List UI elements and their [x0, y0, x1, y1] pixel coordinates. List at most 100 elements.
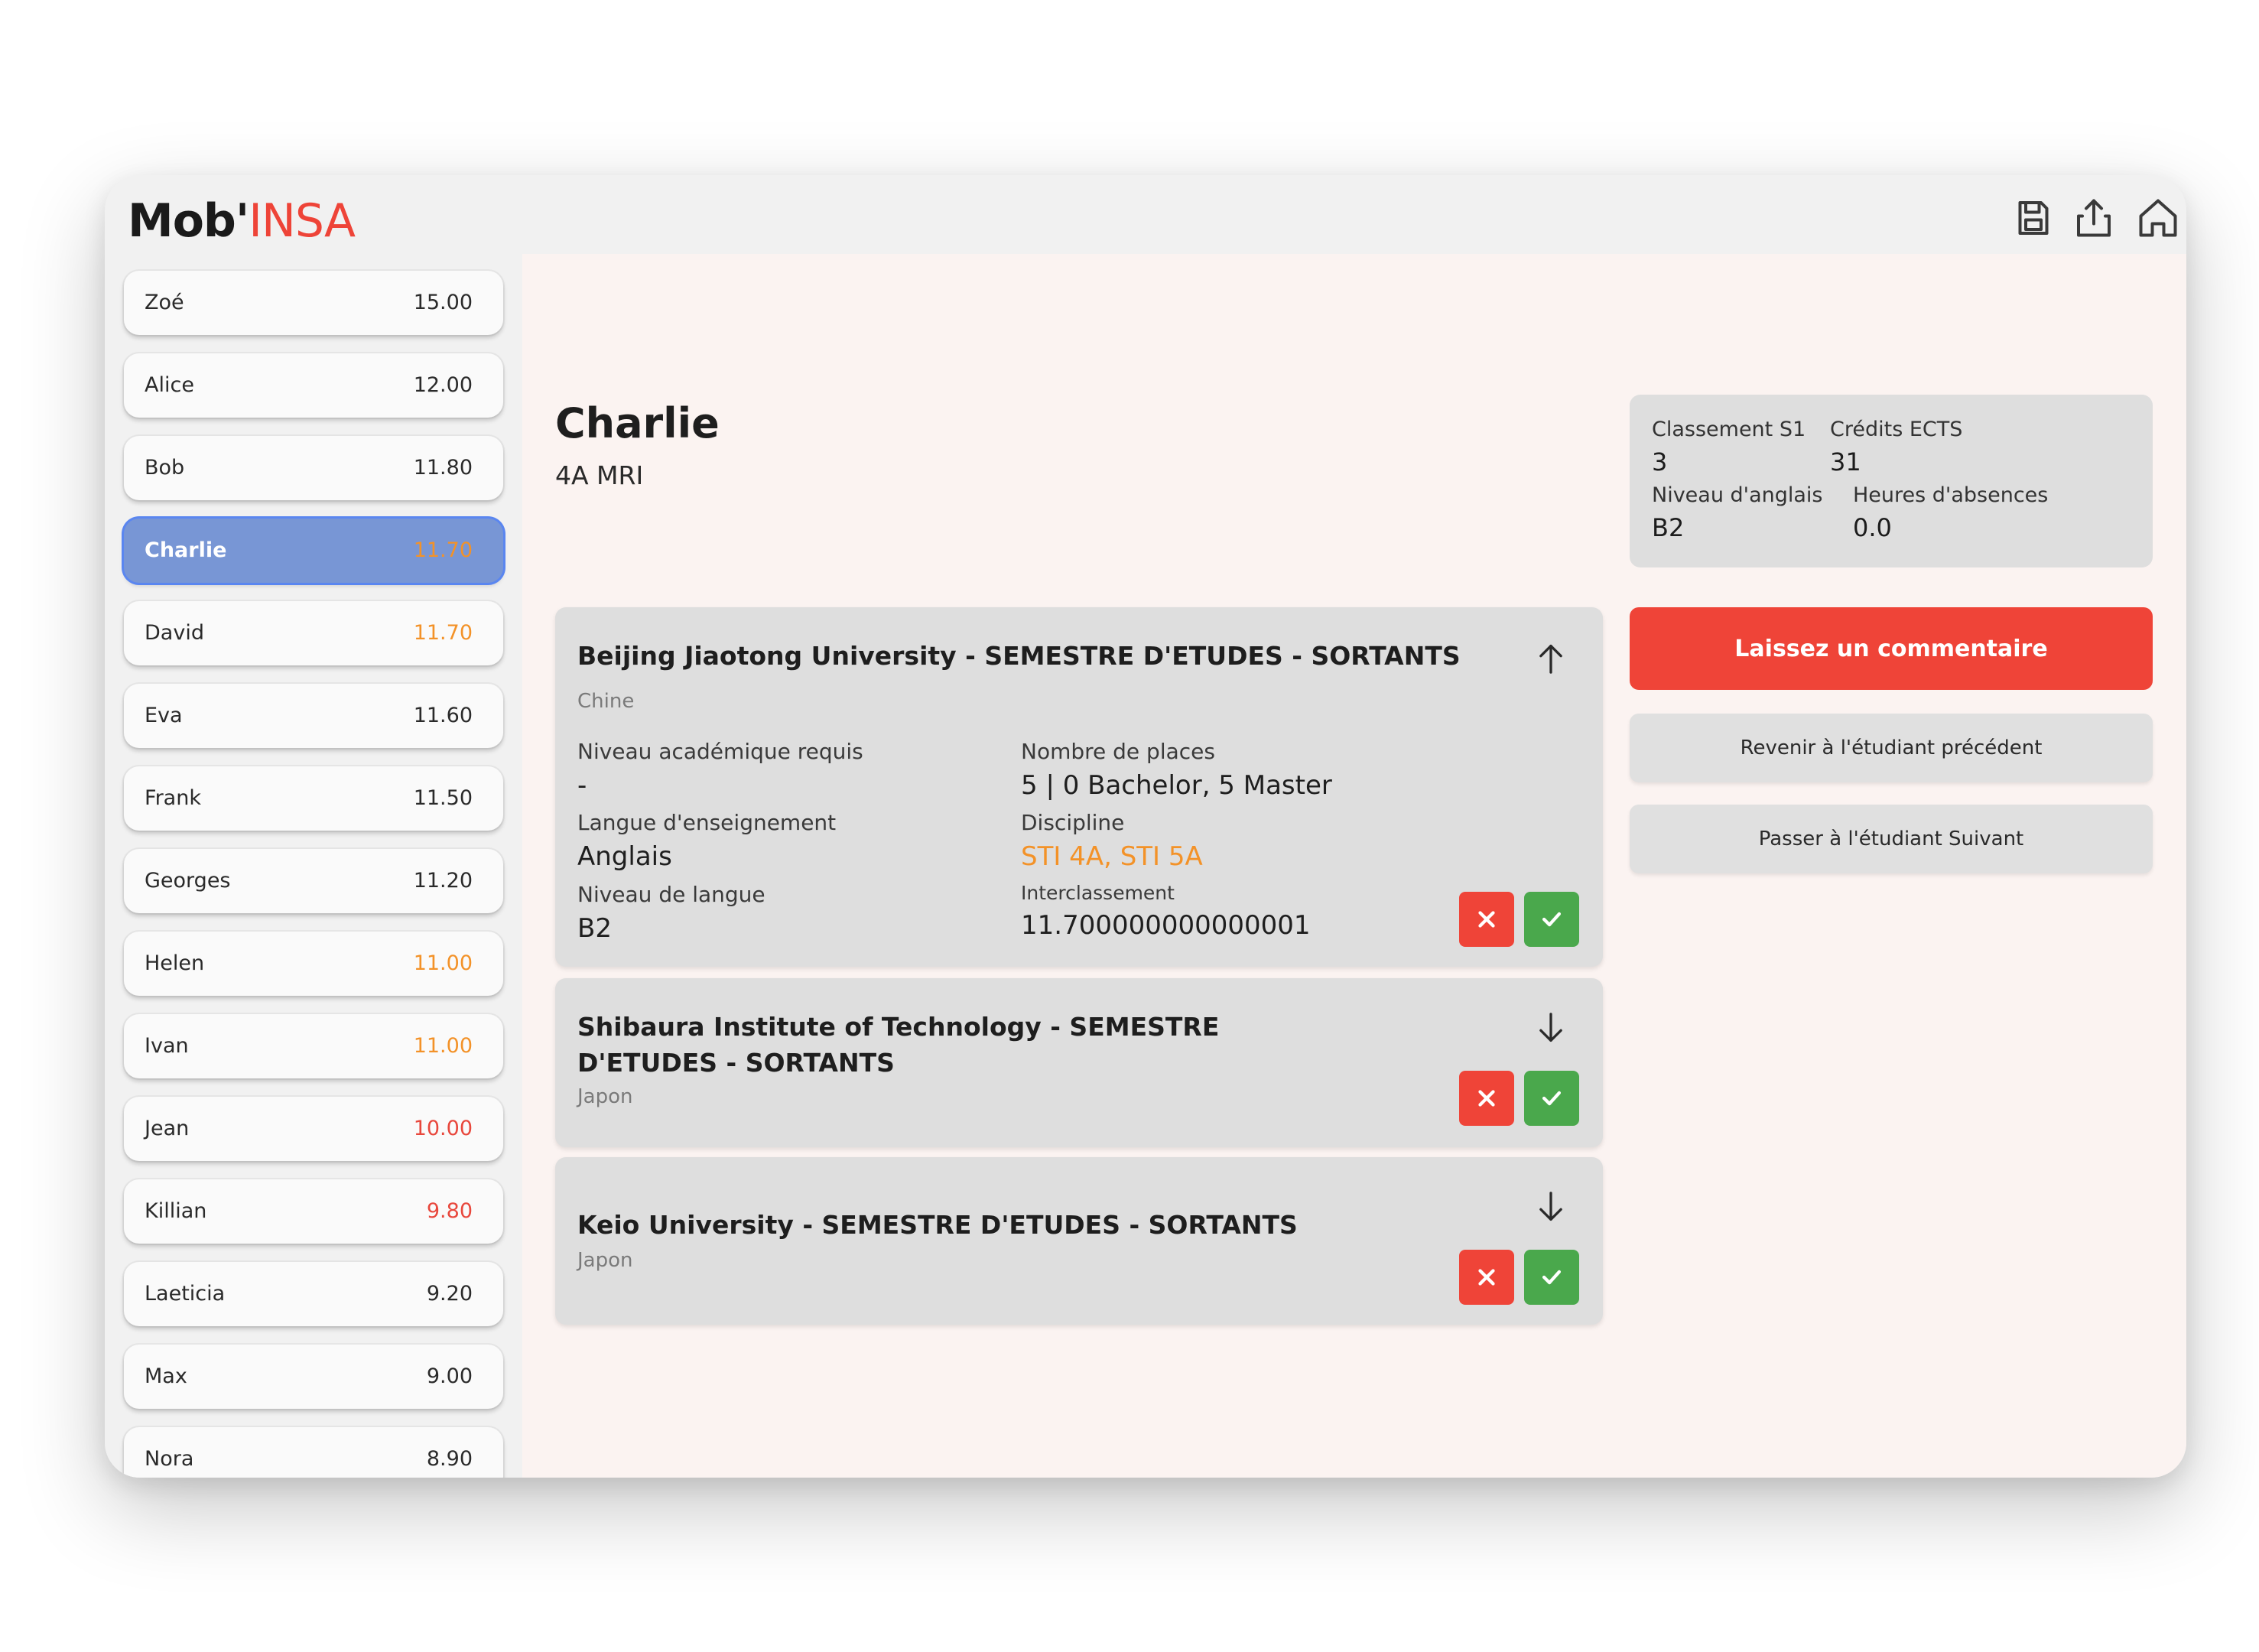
student-list-score: 11.20 — [413, 869, 473, 893]
student-name-title: Charlie — [555, 399, 720, 447]
university-card: Beijing Jiaotong University - SEMESTRE D… — [555, 607, 1603, 967]
check-icon — [1542, 912, 1562, 927]
student-list-item[interactable]: Zoé 15.00 — [124, 271, 503, 335]
close-icon — [1478, 911, 1495, 928]
field-label: Niveau de langue — [577, 882, 765, 907]
field-value: 11.700000000000001 — [1021, 910, 1311, 941]
student-list-score: 9.80 — [426, 1199, 473, 1223]
student-list-item[interactable]: Alice 12.00 — [124, 353, 503, 418]
university-title-line: Shibaura Institute of Technology - SEMES… — [577, 1012, 1220, 1042]
student-list-name: Ivan — [145, 1034, 189, 1058]
student-list-item[interactable]: Eva 11.60 — [124, 684, 503, 748]
comment-button[interactable]: Laissez un commentaire — [1630, 607, 2153, 690]
collapse-arrow-up-icon[interactable] — [1536, 641, 1566, 676]
field-label: Discipline — [1021, 810, 1125, 835]
student-list-score: 9.00 — [426, 1364, 473, 1388]
stat-credits-label: Crédits ECTS — [1830, 418, 1963, 441]
student-list-item[interactable]: Killian 9.80 — [124, 1179, 503, 1244]
university-country: Japon — [577, 1085, 633, 1108]
reject-button[interactable] — [1459, 1250, 1514, 1305]
student-list-name: Alice — [145, 373, 194, 397]
field-niveau-academique: Niveau académique requis - — [577, 739, 863, 801]
field-value: B2 — [577, 913, 612, 944]
stat-anglais-value: B2 — [1652, 513, 1685, 542]
save-icon[interactable] — [2010, 195, 2056, 241]
student-list-item[interactable]: Helen 11.00 — [124, 932, 503, 996]
stat-anglais-label: Niveau d'anglais — [1652, 483, 1823, 507]
reject-button[interactable] — [1459, 1071, 1514, 1126]
stat-absences-label: Heures d'absences — [1853, 483, 2049, 507]
student-list-score: 11.00 — [413, 951, 473, 975]
student-list-score: 15.00 — [413, 291, 473, 314]
student-list-name: David — [145, 621, 204, 645]
field-langue-enseignement: Langue d'enseignement Anglais — [577, 810, 836, 872]
next-student-button[interactable]: Passer à l'étudiant Suivant — [1630, 805, 2153, 873]
reject-button[interactable] — [1459, 892, 1514, 947]
student-list-name: Zoé — [145, 291, 184, 314]
field-interclassement: Interclassement 11.700000000000001 — [1021, 882, 1311, 941]
field-label: Interclassement — [1021, 882, 1175, 904]
student-list-name: Charlie — [145, 538, 227, 562]
student-list-score: 10.00 — [413, 1117, 473, 1140]
student-list-name: Jean — [145, 1117, 190, 1140]
student-list-score: 11.60 — [413, 704, 473, 727]
student-list-name: Bob — [145, 456, 185, 480]
student-list[interactable]: Zoé 15.00 Alice 12.00 Bob 11.80 Charlie 11.70 Da… — [105, 254, 522, 1478]
stat-classement-value: 3 — [1652, 447, 1668, 476]
check-icon — [1542, 1270, 1562, 1285]
student-list-score: 11.50 — [413, 786, 473, 810]
student-list-item[interactable]: Laeticia 9.20 — [124, 1262, 503, 1326]
field-value: - — [577, 770, 587, 801]
student-list-score: 11.70 — [413, 538, 473, 562]
student-list-score: 11.80 — [413, 456, 473, 480]
share-icon[interactable] — [2071, 195, 2117, 241]
student-list-item[interactable]: Bob 11.80 — [124, 436, 503, 500]
stat-classement: Classement S1 3 — [1652, 418, 1806, 476]
student-list-score: 11.00 — [413, 1034, 473, 1058]
university-title: Shibaura Institute of Technology - SEMES… — [577, 1009, 1219, 1081]
student-list-score: 11.70 — [413, 621, 473, 645]
student-class: 4A MRI — [555, 460, 644, 490]
student-list-score: 8.90 — [426, 1447, 473, 1471]
stat-classement-label: Classement S1 — [1652, 418, 1806, 441]
check-icon — [1542, 1091, 1562, 1106]
field-label: Langue d'enseignement — [577, 810, 837, 835]
home-icon[interactable] — [2135, 195, 2181, 241]
university-country: Japon — [577, 1249, 633, 1272]
field-niveau-langue: Niveau de langue B2 — [577, 882, 765, 944]
accept-button[interactable] — [1524, 1250, 1579, 1305]
university-title-line: D'ETUDES - SORTANTS — [577, 1048, 895, 1078]
student-list-name: Georges — [145, 869, 231, 893]
student-list-item[interactable]: Jean 10.00 — [124, 1097, 503, 1161]
student-list-name: Helen — [145, 951, 205, 975]
expand-arrow-down-icon[interactable] — [1536, 1010, 1566, 1046]
student-list-item[interactable]: Georges 11.20 — [124, 849, 503, 913]
field-value: Anglais — [577, 841, 672, 872]
student-list-item[interactable]: Max 9.00 — [124, 1345, 503, 1409]
field-label: Niveau académique requis — [577, 739, 863, 764]
student-stats-card: Classement S1 3 Crédits ECTS 31 Niveau d… — [1630, 395, 2153, 567]
student-list-item[interactable]: Frank 11.50 — [124, 766, 503, 831]
stat-credits-value: 31 — [1830, 447, 1861, 476]
student-list-item[interactable]: Nora 8.90 — [124, 1427, 503, 1478]
student-list-item[interactable]: Ivan 11.00 — [124, 1014, 503, 1078]
student-list-name: Laeticia — [145, 1282, 226, 1306]
stat-credits: Crédits ECTS 31 — [1830, 418, 1962, 476]
expand-arrow-down-icon[interactable] — [1536, 1189, 1566, 1224]
university-card: Shibaura Institute of Technology - SEMES… — [555, 978, 1603, 1147]
student-list-score: 12.00 — [413, 373, 473, 397]
accept-button[interactable] — [1524, 1071, 1579, 1126]
previous-student-button[interactable]: Revenir à l'étudiant précédent — [1630, 714, 2153, 782]
field-nombre-places: Nombre de places 5 | 0 Bachelor, 5 Maste… — [1021, 739, 1332, 801]
university-country: Chine — [577, 690, 635, 713]
field-value: 5 | 0 Bachelor, 5 Master — [1021, 770, 1332, 801]
student-list-name: Killian — [145, 1199, 207, 1223]
university-title: Beijing Jiaotong University - SEMESTRE D… — [577, 641, 1461, 671]
student-list-item[interactable]: David 11.70 — [124, 601, 503, 665]
accept-button[interactable] — [1524, 892, 1579, 947]
student-list-name: Frank — [145, 786, 201, 810]
logo-accent-text: INSA — [249, 194, 356, 248]
student-list-item[interactable]: Charlie 11.70 — [124, 519, 503, 583]
logo-main-text: Mob' — [128, 194, 249, 248]
student-detail-panel: Charlie 4A MRI Classement S1 3 Crédits E… — [522, 254, 2186, 1478]
